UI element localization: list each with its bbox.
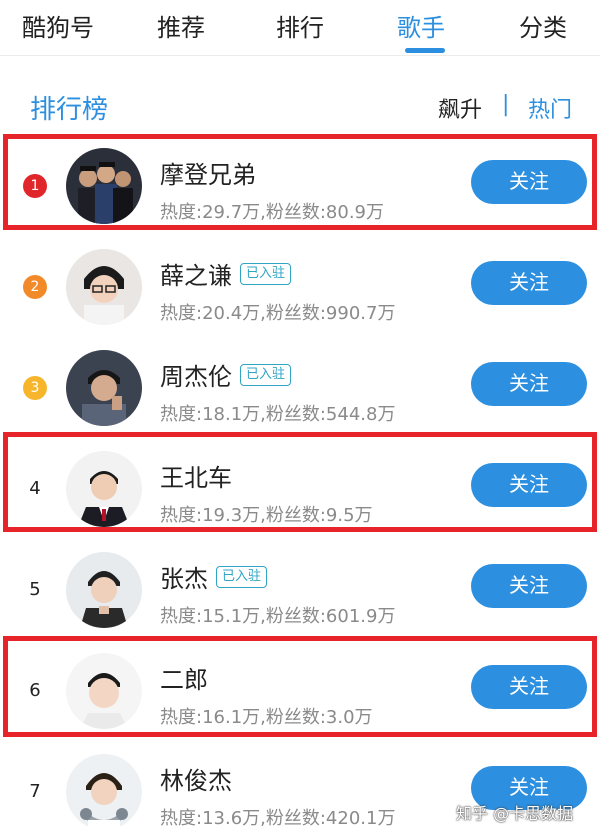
- artist-name-line: 二郎: [160, 660, 208, 694]
- artist-name-line: 林俊杰: [160, 761, 232, 795]
- rank-number: 5: [29, 579, 41, 600]
- watermark: 知乎 @卡思数据: [456, 804, 574, 823]
- artist-name-line: 周杰伦 已入驻: [160, 357, 292, 391]
- avatar[interactable]: [66, 552, 142, 628]
- artist-name-line: 摩登兄弟: [160, 155, 256, 189]
- artist-name[interactable]: 张杰: [160, 565, 208, 593]
- artist-stats: 热度:29.7万,粉丝数:80.9万: [160, 202, 385, 223]
- follow-button[interactable]: 关注: [471, 160, 587, 204]
- artist-row[interactable]: 6 二郎 热度:16.1万,粉丝数:3.0万 关注: [0, 640, 600, 740]
- avatar[interactable]: [66, 249, 142, 325]
- artist-name-line: 王北车: [160, 458, 232, 492]
- artist-row[interactable]: 4 王北车 热度:19.3万,粉丝数:9.5万 关注: [0, 438, 600, 538]
- artist-stats: 热度:18.1万,粉丝数:544.8万: [160, 404, 396, 425]
- artist-name[interactable]: 摩登兄弟: [160, 161, 256, 189]
- tab-ranking[interactable]: 排行: [276, 8, 324, 43]
- follow-button[interactable]: 关注: [471, 362, 587, 406]
- artist-name[interactable]: 二郎: [160, 666, 208, 694]
- top-nav: 酷狗号 推荐 排行 歌手 分类: [0, 0, 600, 56]
- rank-number: 4: [29, 478, 41, 499]
- artist-stats: 热度:13.6万,粉丝数:420.1万: [160, 808, 396, 829]
- tab-singers[interactable]: 歌手: [397, 8, 445, 43]
- sort-hot-button[interactable]: 热门: [528, 92, 572, 124]
- artist-row[interactable]: 3 周杰伦 已入驻 热度:18.1万,粉丝数:544.8万 关注: [0, 337, 600, 437]
- artist-name-line: 薛之谦 已入驻: [160, 256, 292, 290]
- sort-divider: |: [502, 92, 510, 117]
- artist-name[interactable]: 林俊杰: [160, 767, 232, 795]
- tab-kugou-account[interactable]: 酷狗号: [22, 8, 94, 43]
- verified-badge: 已入驻: [240, 363, 292, 386]
- rank-badge: 3: [23, 376, 47, 400]
- artist-name-line: 张杰 已入驻: [160, 559, 268, 593]
- rank-number: 7: [29, 781, 41, 802]
- tab-recommend[interactable]: 推荐: [157, 8, 205, 43]
- rank-badge: 1: [23, 174, 47, 198]
- follow-button[interactable]: 关注: [471, 665, 587, 709]
- artist-row[interactable]: 2 薛之谦 已入驻 热度:20.4万,粉丝数:990.7万 关注: [0, 236, 600, 336]
- active-tab-indicator: [405, 48, 445, 53]
- artist-stats: 热度:15.1万,粉丝数:601.9万: [160, 606, 396, 627]
- avatar[interactable]: [66, 451, 142, 527]
- section-header: 排行榜 飙升 | 热门: [0, 84, 600, 128]
- section-title: 排行榜: [30, 95, 109, 125]
- follow-button[interactable]: 关注: [471, 564, 587, 608]
- artist-stats: 热度:16.1万,粉丝数:3.0万: [160, 707, 373, 728]
- artist-row[interactable]: 1 摩登兄弟 热度:29.7万,粉丝数:80.9万 关注: [0, 135, 600, 235]
- sort-rise-button[interactable]: 飙升: [438, 92, 482, 124]
- artist-name[interactable]: 王北车: [160, 464, 232, 492]
- avatar[interactable]: [66, 653, 142, 729]
- artist-name[interactable]: 薛之谦: [160, 262, 232, 290]
- verified-badge: 已入驻: [216, 565, 268, 588]
- verified-badge: 已入驻: [240, 262, 292, 285]
- artist-name[interactable]: 周杰伦: [160, 363, 232, 391]
- rank-badge: 2: [23, 275, 47, 299]
- avatar[interactable]: [66, 148, 142, 224]
- follow-button[interactable]: 关注: [471, 261, 587, 305]
- artist-row[interactable]: 5 张杰 已入驻 热度:15.1万,粉丝数:601.9万 关注: [0, 539, 600, 639]
- avatar[interactable]: [66, 754, 142, 830]
- artist-stats: 热度:20.4万,粉丝数:990.7万: [160, 303, 396, 324]
- tab-categories[interactable]: 分类: [519, 8, 567, 43]
- rank-number: 6: [29, 680, 41, 701]
- avatar[interactable]: [66, 350, 142, 426]
- follow-button[interactable]: 关注: [471, 463, 587, 507]
- artist-stats: 热度:19.3万,粉丝数:9.5万: [160, 505, 373, 526]
